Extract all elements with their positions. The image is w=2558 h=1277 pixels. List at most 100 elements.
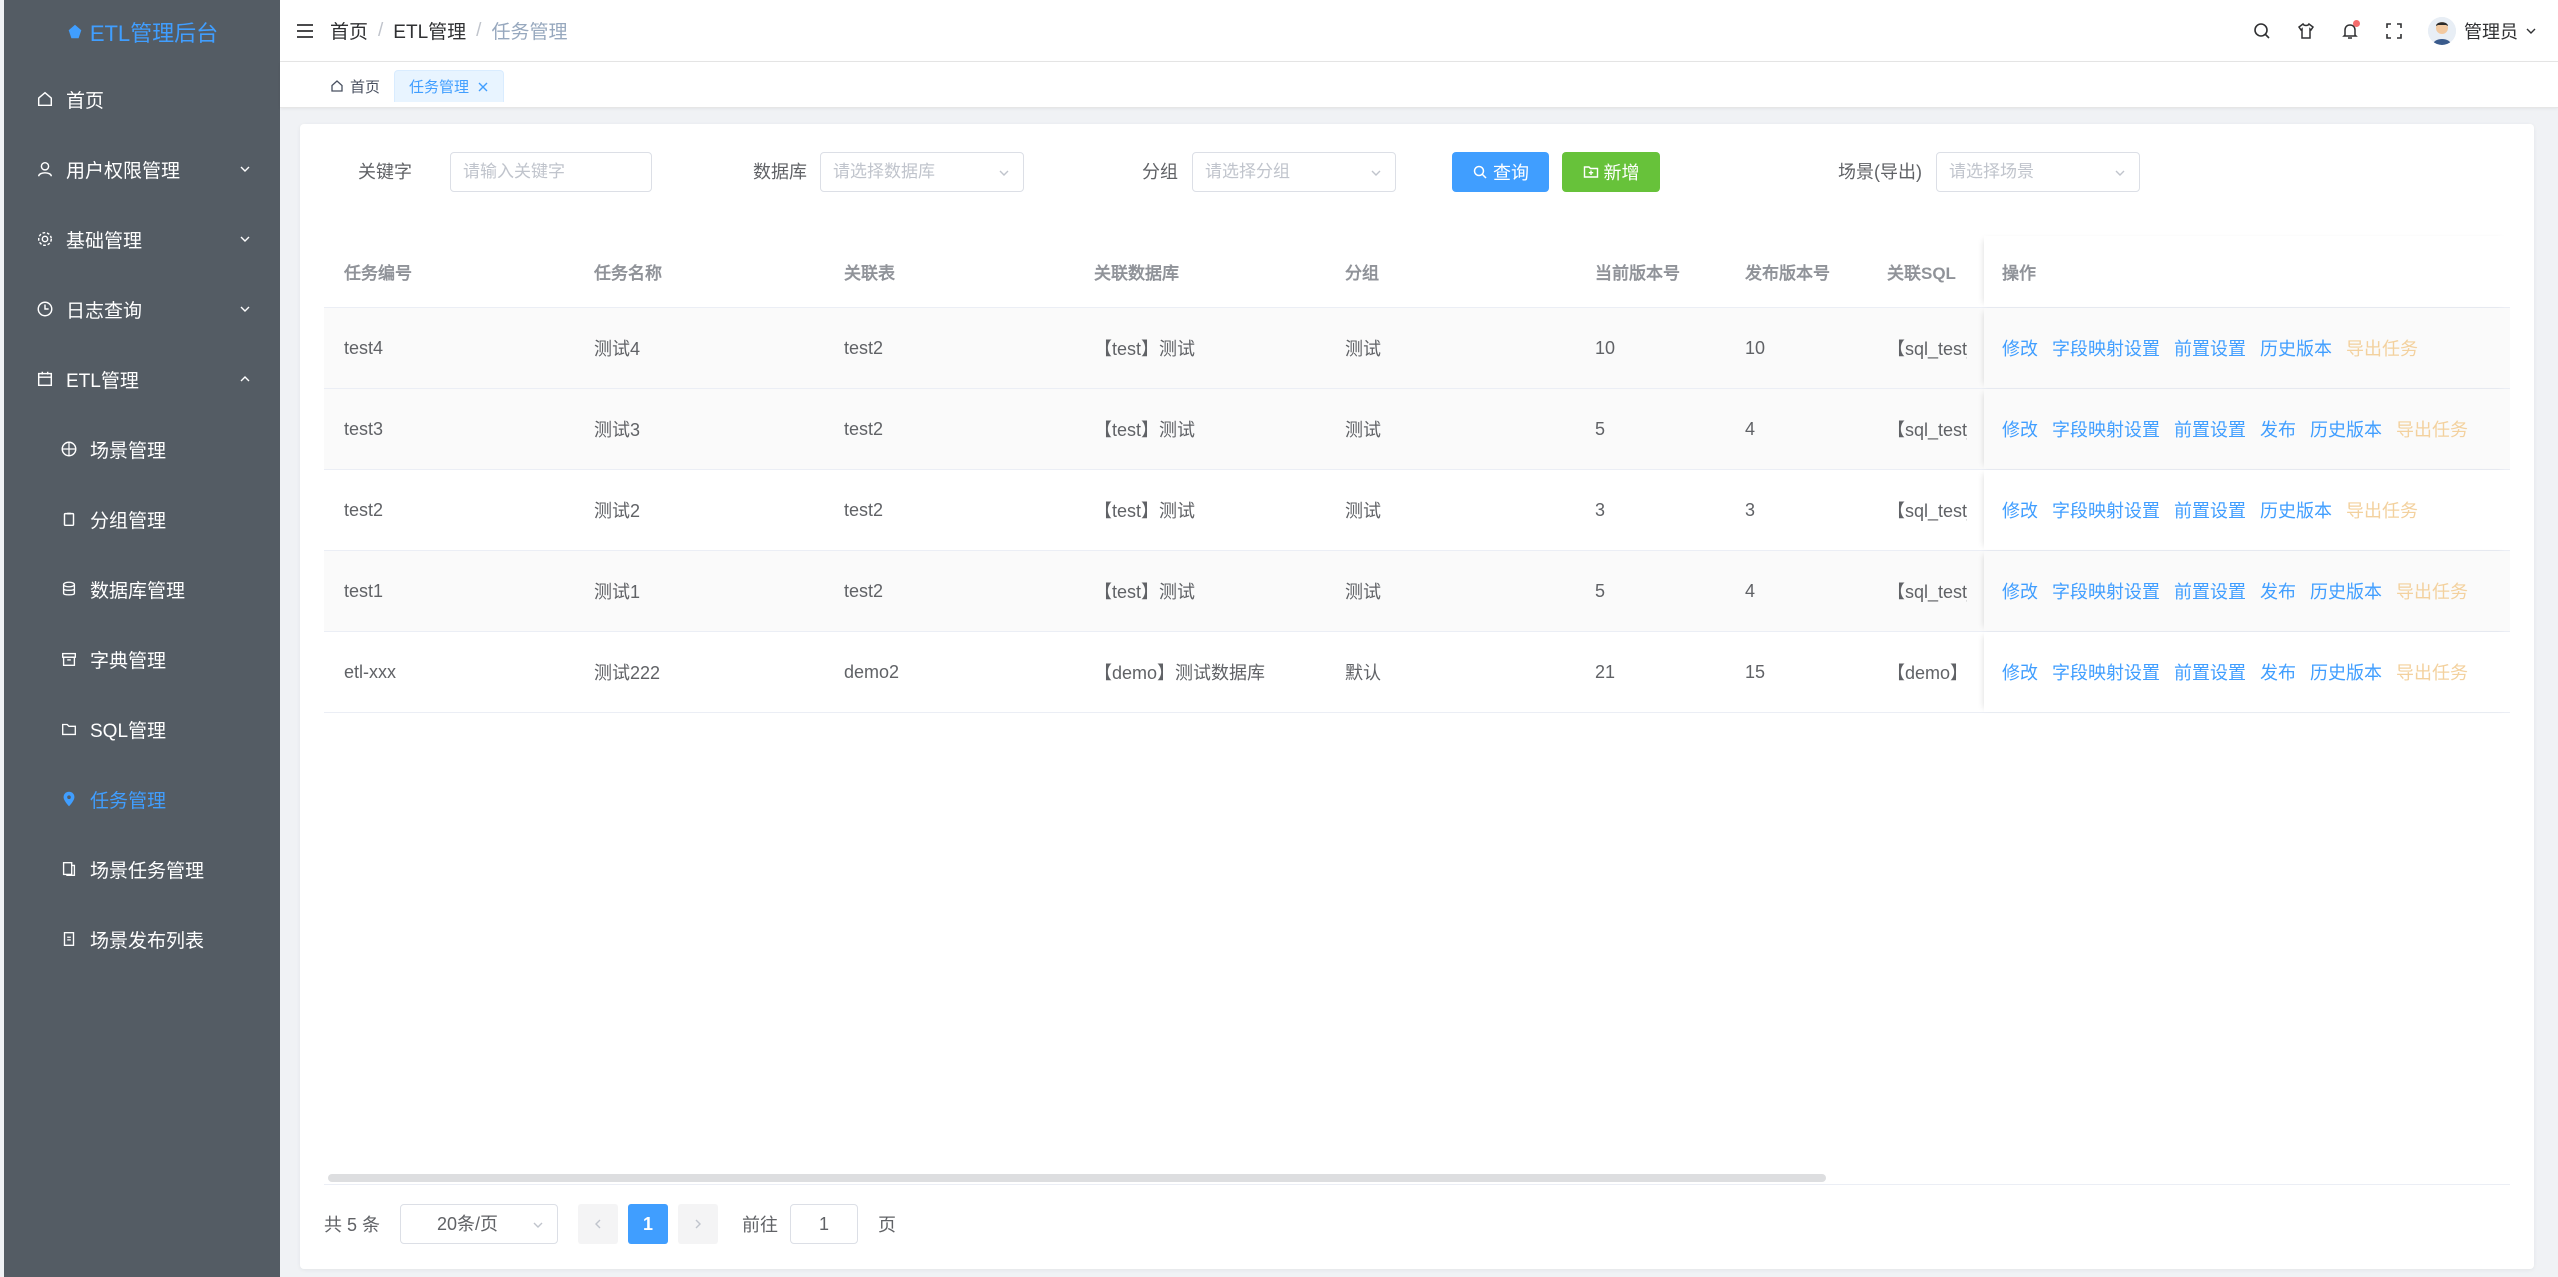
table-header: 任务编号 任务名称 关联表 关联数据库 分组 当前版本号 发布版本号 关联SQL… xyxy=(324,236,2510,308)
column-header: 操作 xyxy=(1984,236,2510,307)
history-versions-link[interactable]: 历史版本 xyxy=(2310,416,2382,442)
app-logo[interactable]: ETL管理后台 xyxy=(4,0,280,64)
shirt-icon[interactable] xyxy=(2296,21,2316,41)
chevron-down-icon[interactable] xyxy=(2524,24,2538,38)
sidebar-item-dictionary[interactable]: 字典管理 xyxy=(4,624,280,694)
pre-settings-link[interactable]: 前置设置 xyxy=(2174,659,2246,685)
row-actions: 修改 字段映射设置 前置设置 历史版本 导出任务 xyxy=(1984,470,2510,550)
field-mapping-link[interactable]: 字段映射设置 xyxy=(2052,335,2160,361)
edit-link[interactable]: 修改 xyxy=(2002,497,2038,523)
page-unit-label: 页 xyxy=(878,1215,897,1235)
task-id-cell: test3 xyxy=(344,418,384,439)
sidebar-item-basic[interactable]: 基础管理 xyxy=(4,204,280,274)
add-button[interactable]: 新增 xyxy=(1562,152,1660,192)
export-task-link[interactable]: 导出任务 xyxy=(2396,416,2468,442)
row-actions: 修改 字段映射设置 前置设置 发布 历史版本 导出任务 xyxy=(1984,389,2510,469)
breadcrumb-item-etl[interactable]: ETL管理 xyxy=(393,17,466,44)
user-name[interactable]: 管理员 xyxy=(2464,18,2518,44)
sidebar-item-scene-task[interactable]: 场景任务管理 xyxy=(4,834,280,904)
sidebar-item-log[interactable]: 日志查询 xyxy=(4,274,280,344)
related-db-cell: 【demo】测试数据库 xyxy=(1094,663,1266,683)
notification-badge xyxy=(2353,20,2360,27)
related-sql-cell: 【sql_test_c xyxy=(1887,339,1967,359)
sidebar-item-label: 用户权限管理 xyxy=(66,160,181,182)
current-version-cell: 3 xyxy=(1595,499,1606,520)
edit-link[interactable]: 修改 xyxy=(2002,416,2038,442)
horizontal-scrollbar[interactable] xyxy=(328,1174,1826,1182)
database-select[interactable]: 请选择数据库 xyxy=(820,152,1024,192)
pre-settings-link[interactable]: 前置设置 xyxy=(2174,578,2246,604)
sidebar-item-home[interactable]: 首页 xyxy=(4,64,280,134)
related-db-cell: 【test】测试 xyxy=(1094,582,1196,602)
related-table-cell: test2 xyxy=(844,499,884,520)
group-cell: 测试 xyxy=(1345,582,1381,602)
pre-settings-link[interactable]: 前置设置 xyxy=(2174,416,2246,442)
edit-link[interactable]: 修改 xyxy=(2002,335,2038,361)
history-versions-link[interactable]: 历史版本 xyxy=(2260,335,2332,361)
close-icon[interactable] xyxy=(477,81,489,93)
next-page-button[interactable] xyxy=(678,1204,719,1244)
goto-page-input[interactable]: 1 xyxy=(790,1204,859,1244)
sidebar-item-etl[interactable]: ETL管理 xyxy=(4,344,280,414)
table-row: test4 测试4 test2 【test】测试 测试 10 10 【sql_test_c 修改… xyxy=(324,308,2510,389)
group-cell: 测试 xyxy=(1345,339,1381,359)
home-icon xyxy=(37,91,53,107)
publish-link[interactable]: 发布 xyxy=(2260,416,2296,442)
field-mapping-link[interactable]: 字段映射设置 xyxy=(2052,659,2160,685)
column-header: 关联SQL xyxy=(1887,264,1956,283)
pre-settings-link[interactable]: 前置设置 xyxy=(2174,497,2246,523)
history-versions-link[interactable]: 历史版本 xyxy=(2260,497,2332,523)
task-name-cell: 测试4 xyxy=(594,339,641,359)
pre-settings-link[interactable]: 前置设置 xyxy=(2174,335,2246,361)
field-mapping-link[interactable]: 字段映射设置 xyxy=(2052,416,2160,442)
page-number-current[interactable]: 1 xyxy=(628,1204,669,1244)
sidebar-item-sql[interactable]: SQL管理 xyxy=(4,694,280,764)
sidebar-item-label: 基础管理 xyxy=(66,230,143,252)
page-size-select[interactable]: 20条/页 xyxy=(400,1204,559,1244)
search-icon[interactable] xyxy=(2252,21,2272,41)
sidebar-item-task[interactable]: 任务管理 xyxy=(4,764,280,834)
export-task-link[interactable]: 导出任务 xyxy=(2346,335,2418,361)
sidebar-item-user-permission[interactable]: 用户权限管理 xyxy=(4,134,280,204)
sidebar-item-database[interactable]: 数据库管理 xyxy=(4,554,280,624)
field-mapping-link[interactable]: 字段映射设置 xyxy=(2052,578,2160,604)
folder-icon xyxy=(62,723,76,736)
task-name-cell: 测试2 xyxy=(594,501,641,521)
export-task-link[interactable]: 导出任务 xyxy=(2396,659,2468,685)
edit-link[interactable]: 修改 xyxy=(2002,578,2038,604)
group-select[interactable]: 请选择分组 xyxy=(1192,152,1396,192)
related-table-cell: test2 xyxy=(844,418,884,439)
database-select-placeholder: 请选择数据库 xyxy=(833,162,935,181)
prev-page-button[interactable] xyxy=(578,1204,619,1244)
sidebar-item-scene[interactable]: 场景管理 xyxy=(4,414,280,484)
sidebar-item-group[interactable]: 分组管理 xyxy=(4,484,280,554)
publish-link[interactable]: 发布 xyxy=(2260,659,2296,685)
gear-icon xyxy=(37,231,53,247)
query-button[interactable]: 查询 xyxy=(1452,152,1549,192)
publish-version-cell: 3 xyxy=(1745,499,1756,520)
column-header: 分组 xyxy=(1345,264,1379,283)
keyword-input[interactable]: 请输入关键字 xyxy=(450,152,652,192)
export-task-link[interactable]: 导出任务 xyxy=(2346,497,2418,523)
breadcrumb-item-home[interactable]: 首页 xyxy=(330,17,368,44)
notification-bell[interactable] xyxy=(2340,20,2360,41)
avatar[interactable] xyxy=(2428,17,2456,45)
hamburger-icon[interactable] xyxy=(296,23,314,39)
task-id-cell: test1 xyxy=(344,580,384,601)
tag-task-management[interactable]: 任务管理 xyxy=(394,70,505,102)
table-row: test2 测试2 test2 【test】测试 测试 3 3 【sql_test_c 修改字段… xyxy=(324,470,2510,551)
sidebar-item-scene-publish[interactable]: 场景发布列表 xyxy=(4,904,280,974)
fullscreen-icon[interactable] xyxy=(2384,21,2404,41)
publish-link[interactable]: 发布 xyxy=(2260,578,2296,604)
history-versions-link[interactable]: 历史版本 xyxy=(2310,578,2382,604)
field-mapping-link[interactable]: 字段映射设置 xyxy=(2052,497,2160,523)
group-cell: 测试 xyxy=(1345,501,1381,521)
chevron-right-icon xyxy=(695,1219,702,1229)
export-task-link[interactable]: 导出任务 xyxy=(2396,578,2468,604)
edit-link[interactable]: 修改 xyxy=(2002,659,2038,685)
scene-select[interactable]: 请选择场景 xyxy=(1936,152,2140,192)
database-icon xyxy=(62,581,76,596)
tag-home[interactable]: 首页 xyxy=(316,70,394,102)
history-versions-link[interactable]: 历史版本 xyxy=(2310,659,2382,685)
database-label: 数据库 xyxy=(753,162,807,182)
